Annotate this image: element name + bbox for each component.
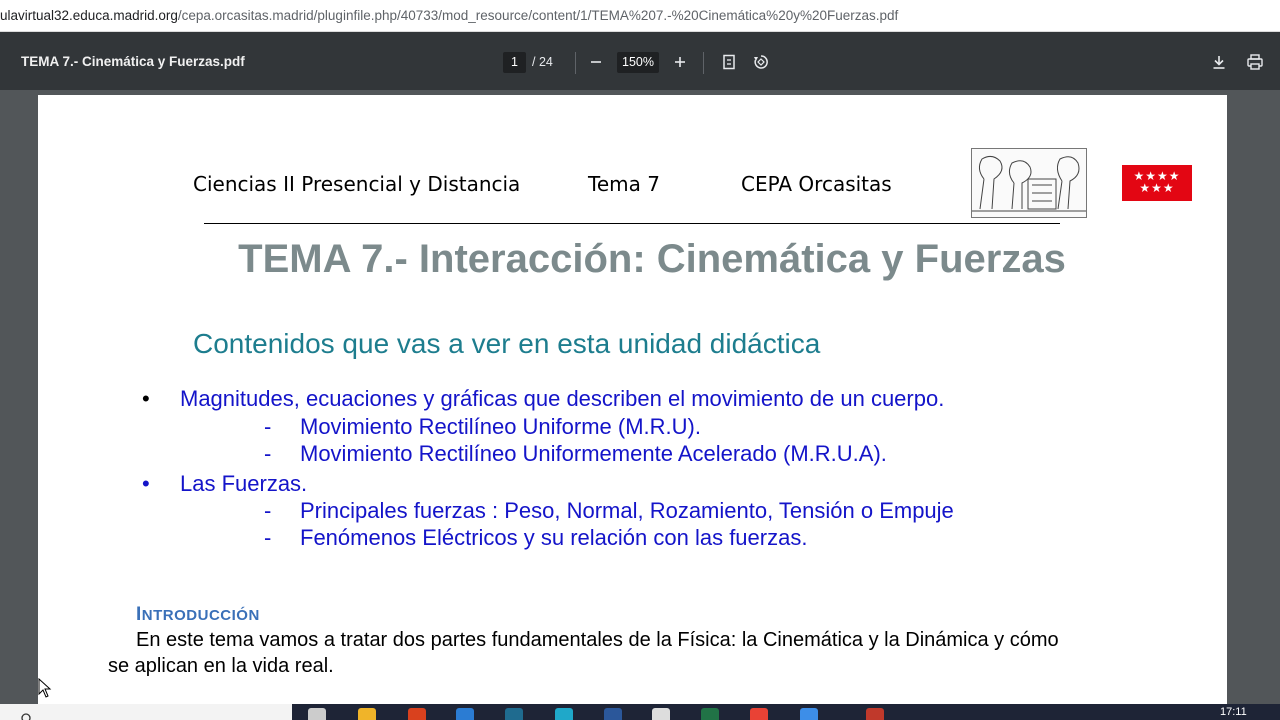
chrome-icon[interactable] (750, 708, 768, 720)
rotate-icon (754, 55, 768, 69)
fit-to-page-button[interactable] (716, 49, 742, 75)
url-text[interactable]: ulavirtual32.educa.madrid.org/cepa.orcas… (0, 8, 898, 23)
url-path: /cepa.orcasitas.madrid/pluginfile.php/40… (177, 8, 899, 23)
app-icon[interactable] (505, 708, 523, 720)
list-subitem: Movimiento Rectilíneo Uniformemente Acel… (300, 441, 887, 466)
contents-subtitle: Contenidos que vas a ver en esta unidad … (193, 328, 821, 359)
download-icon (1213, 56, 1225, 69)
header-school: CEPA Orcasitas (741, 172, 892, 196)
pdf-page: Ciencias II Presencial y Distancia Tema … (38, 95, 1227, 715)
app-icon[interactable] (456, 708, 474, 720)
notification-badge-icon[interactable] (866, 708, 884, 720)
print-icon (1247, 54, 1263, 70)
list-item: Magnitudes, ecuaciones y gráficas que de… (180, 386, 945, 411)
plus-icon (675, 57, 685, 67)
list-item: Las Fuerzas. (180, 471, 308, 496)
intro-heading-rest: NTRODUCCIÓN (141, 607, 260, 624)
bullet-marker: • (142, 386, 150, 411)
rotate-button[interactable] (748, 49, 774, 75)
intro-paragraph-line: En este tema vamos a tratar dos partes f… (136, 629, 1059, 651)
taskbar-search-box[interactable] (0, 704, 292, 720)
task-view-icon[interactable] (308, 708, 326, 720)
app-icon[interactable] (800, 708, 818, 720)
pdf-viewport[interactable]: Ciencias II Presencial y Distancia Tema … (0, 90, 1280, 715)
word-icon[interactable] (604, 708, 622, 720)
zoom-out-button[interactable] (583, 49, 609, 75)
document-title: TEMA 7.- Cinemática y Fuerzas.pdf (21, 54, 245, 69)
taskbar-clock[interactable]: 17:11 (1220, 706, 1247, 718)
introduction-heading: INTRODUCCIÓN (136, 604, 260, 626)
list-subitem: Fenómenos Eléctricos y su relación con l… (300, 525, 808, 550)
madrid-flag-logo: ★★★★ ★★★ (1122, 165, 1192, 201)
pdf-toolbar: TEMA 7.- Cinemática y Fuerzas.pdf 1 / 24… (0, 32, 1280, 90)
toolbar-divider (703, 52, 704, 74)
dash-marker: - (264, 525, 272, 550)
file-explorer-icon[interactable] (358, 708, 376, 720)
print-button[interactable] (1242, 49, 1268, 75)
document-title-heading: TEMA 7.- Interacción: Cinemática y Fuerz… (238, 237, 1066, 281)
list-subitem: Movimiento Rectilíneo Uniforme (M.R.U). (300, 414, 701, 439)
toolbar-divider (575, 52, 576, 74)
search-icon (21, 713, 31, 720)
minus-icon (591, 61, 601, 63)
intro-paragraph-line: se aplican en la vida real. (108, 655, 334, 677)
edge-icon[interactable] (555, 708, 573, 720)
excel-icon[interactable] (701, 708, 719, 720)
bullet-marker: • (142, 471, 150, 496)
url-host: ulavirtual32.educa.madrid.org (0, 8, 178, 23)
dash-marker: - (264, 414, 272, 439)
zoom-in-button[interactable] (667, 49, 693, 75)
page-number-input[interactable]: 1 (503, 52, 526, 73)
notepad-icon[interactable] (652, 708, 670, 720)
page-total: / 24 (532, 55, 553, 69)
dash-marker: - (264, 441, 272, 466)
header-rule (204, 223, 1060, 224)
os-taskbar: 17:11 (0, 704, 1280, 720)
zoom-level-input[interactable]: 150% (617, 52, 659, 73)
list-subitem: Principales fuerzas : Peso, Normal, Roza… (300, 498, 954, 523)
download-button[interactable] (1206, 49, 1232, 75)
school-sketch-image (971, 148, 1087, 218)
dash-marker: - (264, 498, 272, 523)
app-icon[interactable] (408, 708, 426, 720)
fit-page-icon (723, 54, 735, 70)
header-course: Ciencias II Presencial y Distancia (193, 172, 521, 196)
header-topic: Tema 7 (588, 172, 660, 196)
address-bar[interactable]: ulavirtual32.educa.madrid.org/cepa.orcas… (0, 0, 1280, 32)
mouse-cursor-icon (38, 678, 52, 698)
